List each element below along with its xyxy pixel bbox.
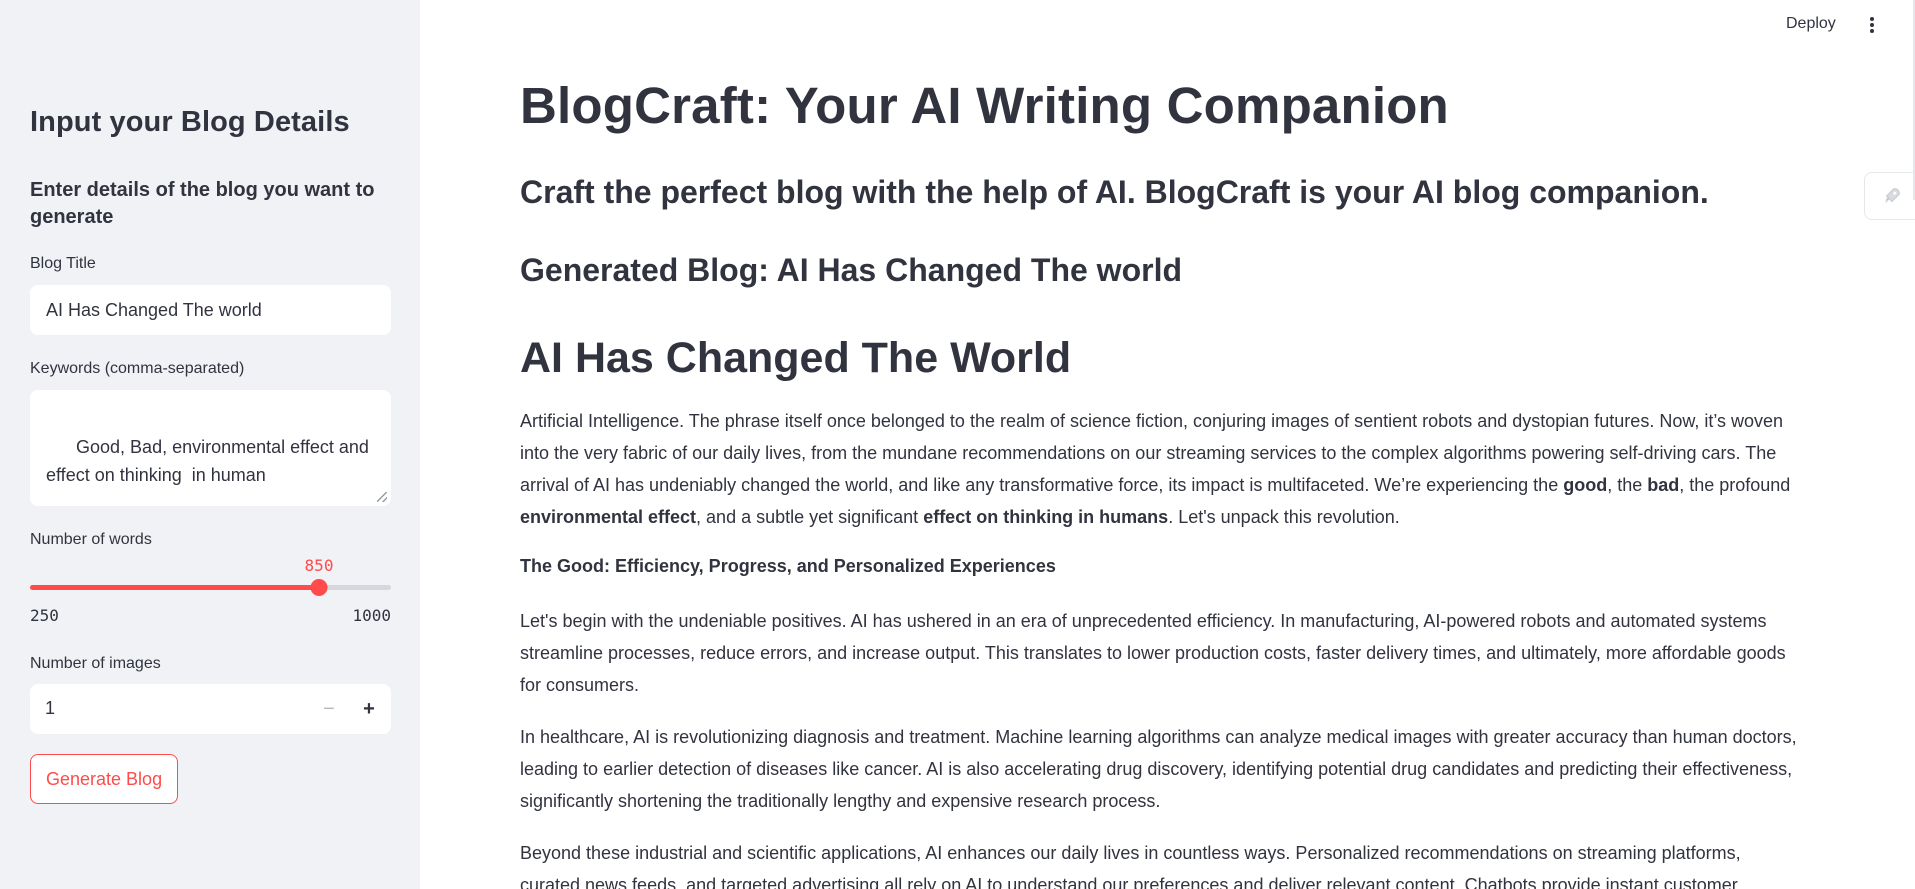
generate-blog-button[interactable]: Generate Blog [30,754,179,804]
rocket-tab[interactable] [1864,172,1915,220]
keywords-label: Keywords (comma-separated) [30,360,245,377]
section-good-heading: The Good: Efficiency, Progress, and Pers… [520,556,1056,576]
slider-thumb[interactable] [310,579,328,596]
keywords-textarea[interactable]: Good, Bad, environmental effect and effe… [30,390,391,506]
sidebar-subtitle: Enter details of the blog you want to ge… [30,179,375,228]
intro-bold-env: environmental effect [520,507,697,527]
daily-life-paragraph: Beyond these industrial and scientific a… [520,843,1741,889]
images-label: Number of images [30,655,161,672]
words-slider[interactable]: 850 250 1000 [30,556,391,626]
generated-blog-heading: Generated Blog: AI Has Changed The world [520,252,1182,288]
intro-text-3: , the profound [1679,475,1791,495]
slider-track[interactable] [30,579,391,596]
sidebar: Input your Blog Details Enter details of… [0,0,420,889]
menu-dot [1870,17,1874,21]
resize-grip-icon[interactable] [377,492,387,502]
page-title: BlogCraft: Your AI Writing Companion [520,77,1449,134]
blog-title: AI Has Changed The World [520,334,1072,382]
slider-min: 250 [30,606,59,625]
healthcare-paragraph: In healthcare, AI is revolutionizing dia… [520,727,1797,811]
tagline: Craft the perfect blog with the help of … [520,174,1709,210]
increment-button[interactable]: + [349,684,389,734]
slider-value: 850 [304,556,334,575]
kebab-menu-icon[interactable] [1867,14,1877,36]
intro-text-2: , the [1607,475,1648,495]
intro-bold-thinking: effect on thinking in humans [923,507,1169,527]
keywords-text: Good, Bad, environmental effect and effe… [46,437,374,485]
decrement-button[interactable]: − [309,684,349,734]
menu-dot [1870,23,1874,27]
images-value[interactable]: 1 [45,698,55,719]
blog-title-label: Blog Title [30,255,96,272]
rocket-icon [1885,188,1900,203]
app-root: Input your Blog Details Enter details of… [0,0,1915,889]
slider-max: 1000 [352,606,391,625]
menu-dot [1870,29,1874,33]
intro-text-4: , and a subtle yet significant [696,507,924,527]
images-number-input[interactable]: 1 − + [30,684,391,734]
sidebar-title: Input your Blog Details [30,106,350,138]
intro-paragraph: Artificial Intelligence. The phrase itse… [520,405,1805,533]
intro-bold-bad: bad [1647,475,1680,495]
slider-fill [30,585,319,590]
intro-text-5: . Let's unpack this revolution. [1168,507,1400,527]
words-label: Number of words [30,531,152,548]
blog-title-input[interactable] [30,285,391,335]
deploy-button[interactable]: Deploy [1786,15,1836,33]
intro-bold-good: good [1563,475,1608,495]
efficiency-paragraph: Let's begin with the undeniable positive… [520,611,1786,695]
